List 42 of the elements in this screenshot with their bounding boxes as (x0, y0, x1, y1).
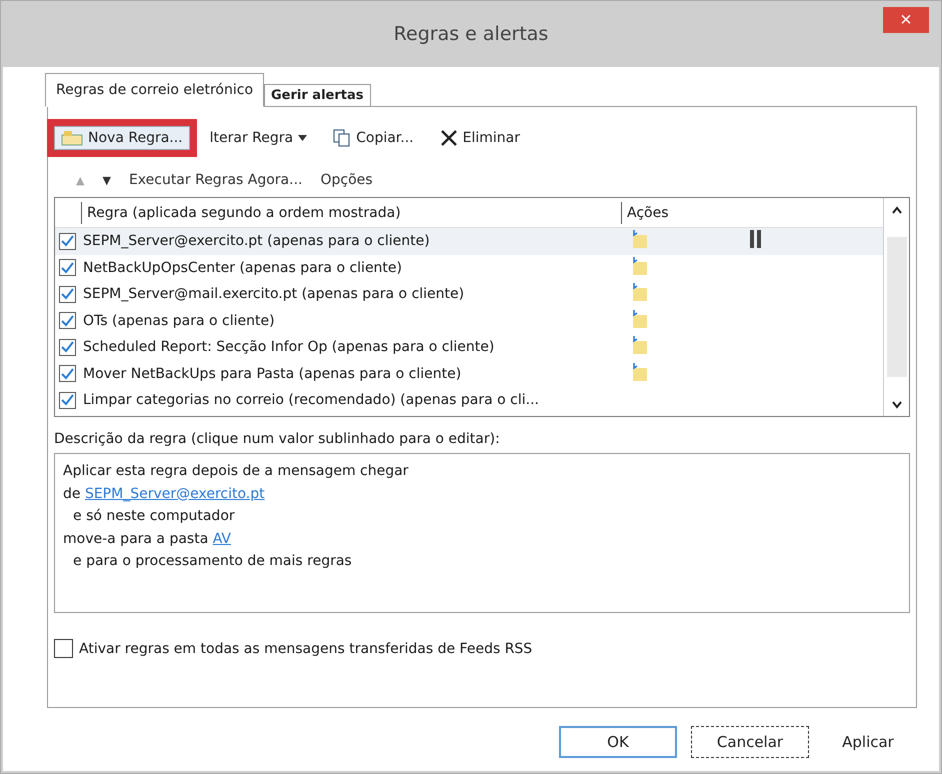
ok-button[interactable]: OK (559, 726, 677, 758)
toolbar-link[interactable]: Executar Regras Agora... (126, 172, 304, 188)
description-line: de SEPM_Server@exercito.pt (63, 484, 266, 504)
rule-name[interactable]: NetBackUpOpsCenter (apenas para o cliente) (81, 260, 629, 276)
move-down-button[interactable]: ▼ (100, 174, 113, 186)
description-label: Descrição da regra (clique num valor sublinhado para o editar): (54, 431, 501, 447)
copy-button[interactable]: Copiar... (327, 126, 420, 150)
change-rule-button[interactable]: lterar Regra (204, 127, 314, 149)
value-link[interactable]: AV (212, 530, 232, 546)
toolbar-link[interactable]: Opções (318, 172, 375, 188)
new-rule-icon (61, 130, 83, 146)
checkbox-label: Ativar regras em todas as mensagens transferidas de Feeds RSS (79, 640, 532, 656)
description-line: move-a para a pasta AV (63, 530, 232, 548)
rule-name[interactable]: OTs (apenas para o cliente) (81, 312, 629, 329)
column-header[interactable]: Regra (aplicada segundo a ordem mostrada) (81, 202, 621, 224)
column-header[interactable]: Ações (621, 202, 883, 224)
rule-name[interactable]: Scheduled Report: Secção Infor Op (apenas para o cliente) (81, 339, 629, 356)
description-line: Aplicar esta regra depois de a mensagem chegar (63, 462, 410, 481)
tab[interactable]: Gerir alertas (264, 84, 370, 107)
window-title: Regras e alertas (394, 23, 548, 45)
rule-name[interactable]: Mover NetBackUps para Pasta (apenas para o cliente) (81, 366, 629, 382)
checkbox[interactable] (59, 338, 76, 356)
delete-button[interactable]: Eliminar (434, 126, 526, 150)
scrollbar[interactable] (883, 198, 909, 416)
rule-name[interactable]: SEPM_Server@mail.exercito.pt (apenas para o cliente) (81, 286, 629, 302)
checkbox[interactable] (59, 259, 76, 276)
description-line: e só neste computador (72, 507, 236, 526)
checkbox[interactable] (54, 639, 73, 658)
value-link[interactable]: SEPM_Server@exercito.pt (84, 486, 265, 502)
caret-icon (298, 135, 308, 141)
close-button[interactable]: × (883, 7, 929, 33)
description-line: e para o processamento de mais regras (72, 552, 353, 571)
checkbox[interactable] (59, 286, 76, 303)
checkbox[interactable] (59, 312, 76, 330)
cancel-button[interactable]: Cancelar (691, 726, 809, 758)
close-icon (440, 129, 458, 147)
copy-icon (333, 129, 352, 147)
rule-name[interactable]: Limpar categorias no correio (recomendado) (apenas para o cli... (81, 392, 629, 408)
checkbox[interactable] (59, 392, 76, 409)
tab[interactable]: Regras de correio eletrónico (45, 73, 264, 107)
checkbox[interactable] (59, 232, 76, 250)
checkbox[interactable] (59, 365, 76, 382)
